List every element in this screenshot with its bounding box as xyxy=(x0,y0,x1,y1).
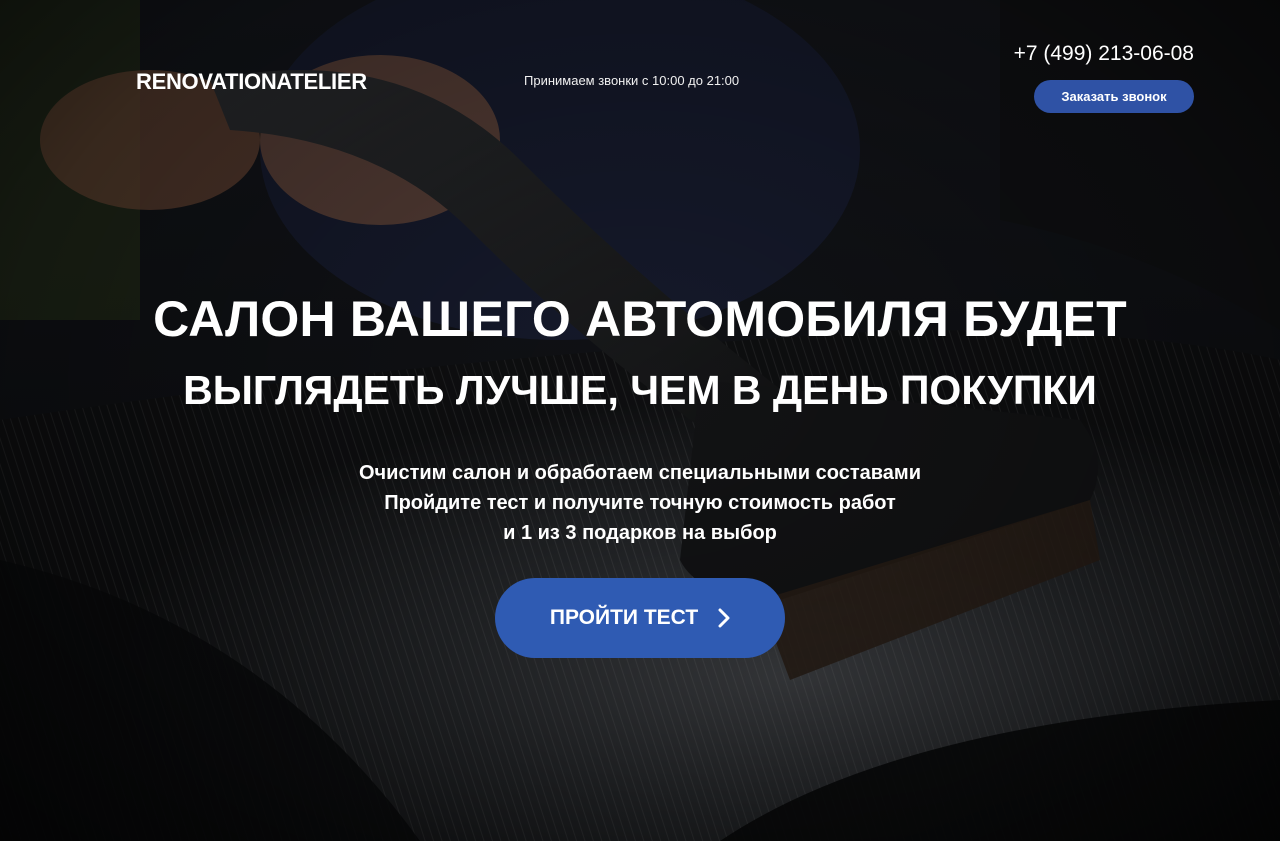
phone-link[interactable]: +7 (499) 213-06-08 xyxy=(1014,42,1194,66)
take-test-button[interactable]: ПРОЙТИ ТЕСТ xyxy=(495,578,785,658)
request-call-button[interactable]: Заказать звонок xyxy=(1034,80,1194,113)
hero-subtitle-line-2: Пройдите тест и получите точную стоимост… xyxy=(384,492,896,514)
hero-section: RENOVATIONATELIER Принимаем звонки с 10:… xyxy=(0,0,1280,841)
overlay-shade xyxy=(0,0,1280,841)
chevron-right-icon xyxy=(718,608,730,628)
hero-subtitle-line-3: и 1 из 3 подарков на выбор xyxy=(503,522,777,544)
site-logo[interactable]: RENOVATIONATELIER xyxy=(136,69,367,95)
hero-subtitle-line-1: Очистим салон и обработаем специальными … xyxy=(359,462,921,484)
call-hours-text: Принимаем звонки с 10:00 до 21:00 xyxy=(524,73,740,88)
hero-title-line-1: САЛОН ВАШЕГО АВТОМОБИЛЯ БУДЕТ xyxy=(153,291,1127,347)
take-test-label: ПРОЙТИ ТЕСТ xyxy=(549,606,699,629)
hero-title-line-2: ВЫГЛЯДЕТЬ ЛУЧШЕ, ЧЕМ В ДЕНЬ ПОКУПКИ xyxy=(183,367,1097,413)
